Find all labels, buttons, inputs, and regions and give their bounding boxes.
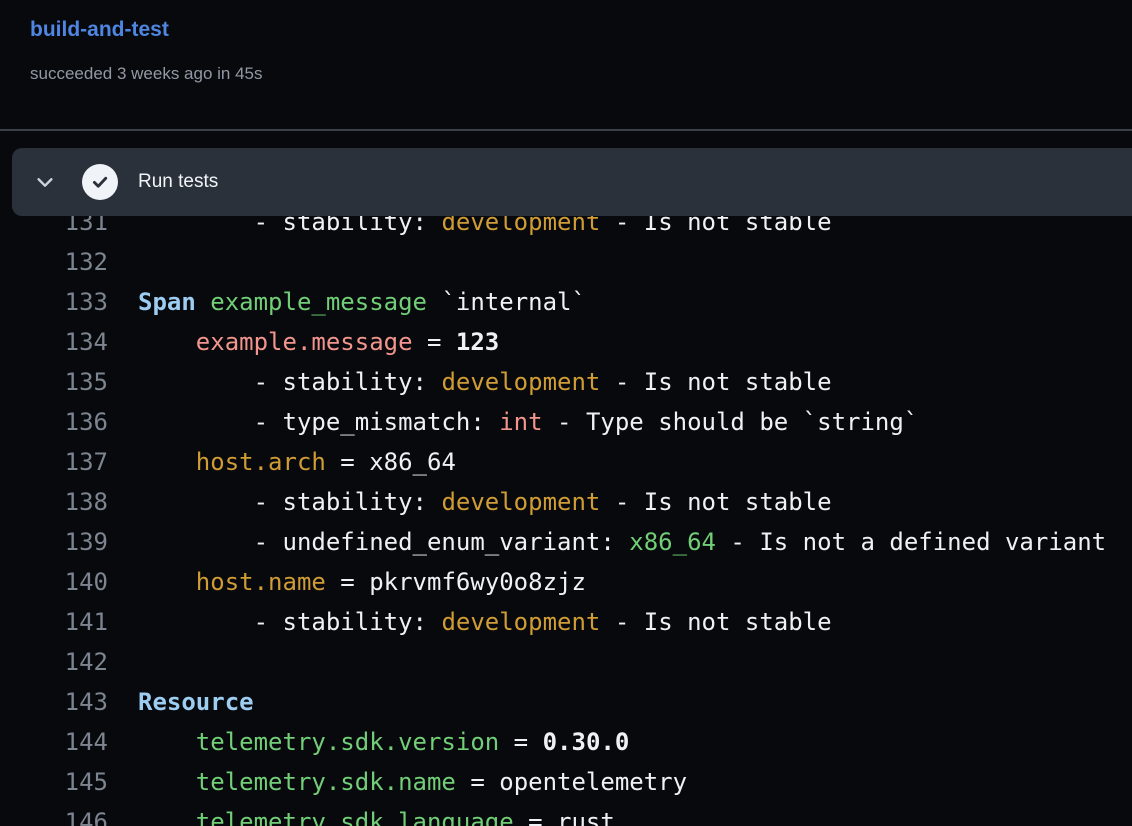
log-line-text: telemetry.sdk.language = rust [138, 802, 615, 826]
step-name: Run tests [138, 171, 218, 193]
log-line-text: - undefined_enum_variant: x86_64 - Is no… [138, 522, 1106, 562]
log-line-number[interactable]: 136 [0, 402, 108, 442]
log-line-number[interactable]: 139 [0, 522, 108, 562]
log-line-number[interactable]: 134 [0, 322, 108, 362]
log-line: 139 - undefined_enum_variant: x86_64 - I… [0, 522, 1132, 562]
log-line-number[interactable]: 146 [0, 802, 108, 826]
log-line-text: Span example_message `internal` [138, 282, 586, 322]
log-line-number[interactable]: 135 [0, 362, 108, 402]
log-line-number[interactable]: 141 [0, 602, 108, 642]
log-line-number[interactable]: 143 [0, 682, 108, 722]
log-line: 132 [0, 242, 1132, 282]
log-line: 146 telemetry.sdk.language = rust [0, 802, 1132, 826]
workflow-log-page: build-and-test succeeded 3 weeks ago in … [0, 0, 1132, 826]
log-line: 145 telemetry.sdk.name = opentelemetry [0, 762, 1132, 802]
log-line: 142 [0, 642, 1132, 682]
step-header[interactable]: Run tests [12, 148, 1132, 216]
header-divider [0, 129, 1132, 131]
log-line: 141 - stability: development - Is not st… [0, 602, 1132, 642]
log-line: 137 host.arch = x86_64 [0, 442, 1132, 482]
log-line-text: - type_mismatch: int - Type should be `s… [138, 402, 918, 442]
log-line-text: - stability: development - Is not stable [138, 602, 832, 642]
log-line-text: - stability: development - Is not stable [138, 362, 832, 402]
log-line: 144 telemetry.sdk.version = 0.30.0 [0, 722, 1132, 762]
job-status-line: succeeded 3 weeks ago in 45s [30, 64, 263, 84]
log-line-number[interactable]: 137 [0, 442, 108, 482]
log-line-number[interactable]: 142 [0, 642, 108, 682]
check-circle-icon [82, 164, 118, 200]
log-output[interactable]: 131 - stability: development - Is not st… [0, 202, 1132, 826]
log-line: 133 Span example_message `internal` [0, 282, 1132, 322]
log-line-number[interactable]: 132 [0, 242, 108, 282]
log-line-text: host.arch = x86_64 [138, 442, 456, 482]
log-line: 136 - type_mismatch: int - Type should b… [0, 402, 1132, 442]
log-line: 135 - stability: development - Is not st… [0, 362, 1132, 402]
log-line: 134 example.message = 123 [0, 322, 1132, 362]
log-line: 143 Resource [0, 682, 1132, 722]
log-line: 140 host.name = pkrvmf6wy0o8zjz [0, 562, 1132, 602]
log-line-number[interactable]: 133 [0, 282, 108, 322]
log-line-number[interactable]: 144 [0, 722, 108, 762]
job-title[interactable]: build-and-test [30, 18, 169, 42]
log-line-number[interactable]: 145 [0, 762, 108, 802]
log-line-text: telemetry.sdk.version = 0.30.0 [138, 722, 629, 762]
log-line-text: telemetry.sdk.name = opentelemetry [138, 762, 687, 802]
chevron-down-icon[interactable] [34, 171, 56, 193]
log-line-number[interactable]: 138 [0, 482, 108, 522]
log-line-text: host.name = pkrvmf6wy0o8zjz [138, 562, 586, 602]
log-line-number[interactable]: 140 [0, 562, 108, 602]
log-line-text: Resource [138, 682, 254, 722]
log-line-text: - stability: development - Is not stable [138, 482, 832, 522]
log-line: 138 - stability: development - Is not st… [0, 482, 1132, 522]
log-line-text: example.message = 123 [138, 322, 499, 362]
